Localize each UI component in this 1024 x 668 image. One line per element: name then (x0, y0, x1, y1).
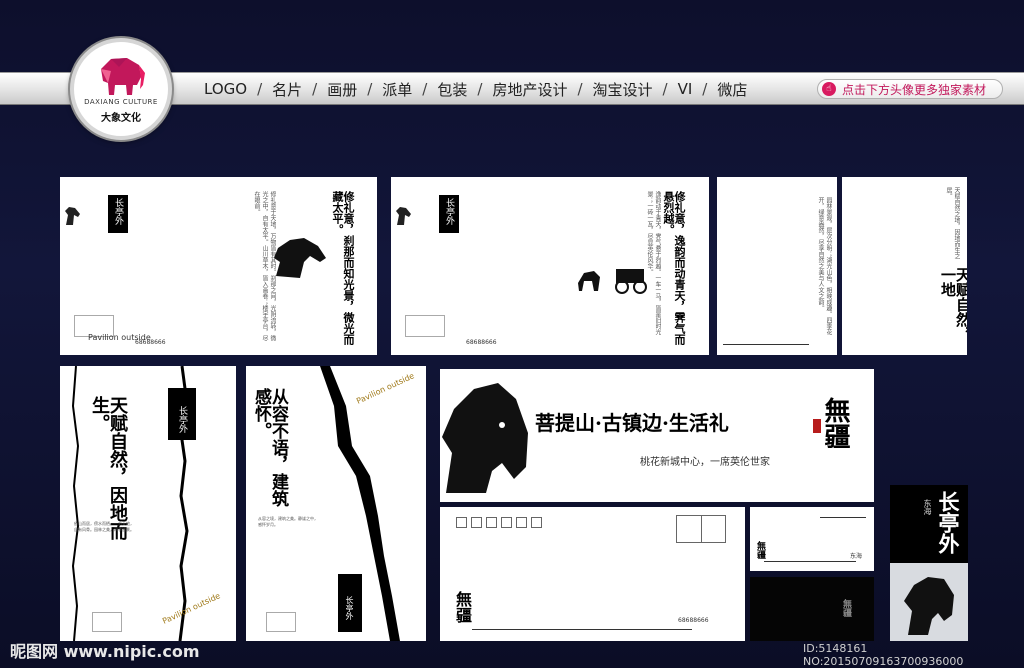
business-card-back[interactable]: 無疆 (750, 577, 874, 641)
flyer-tall-1[interactable]: 天赋自然，因地而生。 长亭外 依山而居，傍水而栖。一方天地，自有风骨。园林之美，… (60, 366, 236, 641)
stamp-box (676, 515, 726, 543)
nav-item-realestate[interactable]: 房地产设计 (488, 79, 571, 100)
region-label: 东海 (850, 553, 863, 560)
tall-2-title: 从容不语，建筑感怀。 (251, 388, 288, 507)
brand-block: 长亭外 (338, 574, 362, 632)
postcode-box (516, 517, 527, 528)
business-card-front[interactable]: 無疆 东海 (750, 507, 874, 571)
nav-item-package[interactable]: 包装 (433, 79, 471, 100)
brochure-spread-2[interactable]: 长亭外 修礼意，逸韵而动青天，霁气而悬烈越。 逸韵动于青天，霁气悬于烈越。一车一… (391, 177, 709, 355)
brand-name: 长亭外 (936, 491, 961, 554)
spread-1-title: 修礼意，刹那而知光景，微光而藏太平。 (331, 191, 355, 345)
nav-item-taobao[interactable]: 淘宝设计 (589, 79, 657, 100)
top-nav: LOGO / 名片 / 画册 / 派单 / 包装 / 房地产设计 / 淘宝设计 … (200, 78, 751, 100)
brand-name: 长亭外 (444, 198, 454, 225)
phone-number: 68688666 (135, 339, 166, 346)
nav-item-card[interactable]: 名片 (268, 79, 306, 100)
nav-separator: / (477, 80, 483, 98)
nav-separator: / (312, 80, 318, 98)
wu-logo: 無疆 (820, 397, 850, 449)
horse-head-illustration (442, 383, 528, 493)
nav-item-flyer[interactable]: 派单 (378, 79, 416, 100)
postcode-box (456, 517, 467, 528)
divider-line (723, 344, 809, 345)
body-text: 园林景观，层次分明；湖光山色，相映成趣。四季花开，绿意盎然，尽享自然之美与人文之… (817, 197, 832, 335)
divider-line (472, 629, 692, 630)
stamp-box-half (677, 516, 702, 542)
nav-separator: / (662, 80, 668, 98)
watermark-site: 昵图网 www.nipic.com (10, 642, 200, 661)
nav-separator: / (422, 80, 428, 98)
logo[interactable]: DAXIANG CULTURE 大象文化 (70, 38, 172, 140)
body-text: 依山而居，傍水而栖。一方天地，自有风骨。园林之美，四季皆景。 (74, 521, 134, 532)
phone-number: 68688666 (678, 617, 709, 624)
promo-button[interactable]: ☝ 点击下方头像更多独家素材 (817, 79, 1003, 99)
nav-item-logo[interactable]: LOGO (200, 80, 251, 98)
divider-line (764, 561, 856, 562)
promo-label: 点击下方头像更多独家素材 (842, 82, 987, 97)
side-title: 天赋自然，一地 (939, 267, 967, 342)
nav-separator: / (702, 80, 708, 98)
postcode-box (531, 517, 542, 528)
brand-block: 长亭外 (168, 388, 196, 440)
postcode-box (486, 517, 497, 528)
watermark-id: ID:5148161 NO:20150709163700936000 (803, 642, 964, 668)
postcode-box (471, 517, 482, 528)
region-label: 东海 (923, 499, 932, 515)
postcode-boxes (456, 517, 542, 528)
wu-logo: 無疆 (453, 591, 472, 623)
horse-head-illustration (274, 238, 326, 278)
horse-head-illustration (904, 577, 954, 635)
banner-subtitle: 桃花新城中心，一席英伦世家 (640, 457, 770, 468)
nav-item-album[interactable]: 画册 (323, 79, 361, 100)
elephant-icon (101, 57, 145, 95)
phone-number: 68688666 (466, 339, 497, 346)
flyer-tall-2[interactable]: 从容不语，建筑感怀。 Pavilion outside 从容之境，建筑之美。静谧… (246, 366, 426, 641)
divider-line (820, 517, 866, 518)
brochure-page-4[interactable]: 天赋自然之地，因地而生之居。 天赋自然，一地 (842, 177, 967, 355)
brochure-page-3[interactable]: 园林景观，层次分明；湖光山色，相映成趣。四季花开，绿意盎然，尽享自然之美与人文之… (717, 177, 837, 355)
seal-stamp (813, 419, 821, 433)
stamp-box-half (702, 516, 726, 542)
torn-edge (71, 366, 80, 641)
body-text: 天赋自然之地，因地而生之居。 (945, 187, 960, 259)
brand-block: 长亭外 (108, 195, 128, 233)
hand-icon: ☝ (822, 82, 836, 96)
building-sketch (405, 315, 445, 337)
spread-2-title: 修礼意，逸韵而动青天，霁气而悬烈越。 (662, 191, 686, 345)
nav-item-weidian[interactable]: 微店 (713, 79, 751, 100)
nav-separator: / (577, 80, 583, 98)
body-text: 逸韵动于青天，霁气悬于烈越。一车一马，皆是旧时光景；一砖一瓦，尽显英伦风华。 (646, 191, 661, 335)
building-sketch (92, 612, 122, 632)
banner-ad[interactable]: 菩提山·古镇边·生活礼 桃花新城中心，一席英伦世家 無疆 (440, 369, 874, 502)
building-sketch (266, 612, 296, 632)
logo-chinese: 大象文化 (101, 112, 141, 124)
body-text: 从容之境，建筑之美。静谧之中，感怀岁月。 (258, 516, 318, 527)
horse-icon (396, 207, 411, 225)
nav-separator: / (367, 80, 373, 98)
body-text: 修礼意于天地，万物皆有其时。刹那之间，光阴流转，微光之中，自有太平。山川草木，皆… (253, 191, 276, 341)
brand-name: 长亭外 (113, 198, 123, 225)
wu-logo: 無疆 (755, 541, 765, 559)
brand-name: 长亭外 (177, 406, 187, 433)
banner-headline: 菩提山·古镇边·生活礼 (535, 411, 729, 435)
portrait-card[interactable]: 长亭外 东海 (890, 485, 968, 641)
nav-item-vi[interactable]: VI (674, 80, 697, 98)
logo-english: DAXIANG CULTURE (84, 97, 158, 106)
brand-name: 长亭外 (345, 596, 354, 620)
brochure-spread-1[interactable]: 长亭外 修礼意于天地，万物皆有其时。刹那之间，光阴流转，微光之中，自有太平。山川… (60, 177, 377, 355)
postcode-box (501, 517, 512, 528)
brand-block: 长亭外 (439, 195, 459, 233)
envelope[interactable]: 無疆 68688666 (440, 507, 745, 641)
wu-logo: 無疆 (841, 599, 851, 617)
horse-icon (65, 207, 80, 225)
nav-separator: / (257, 80, 263, 98)
